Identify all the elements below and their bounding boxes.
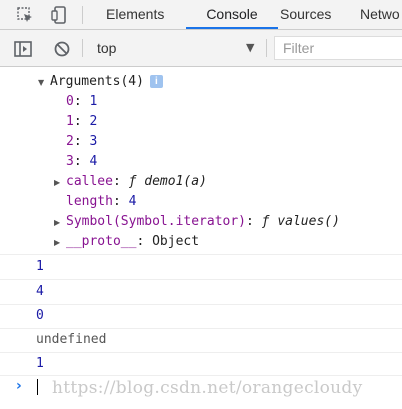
device-toolbar-icon[interactable] — [50, 5, 70, 25]
tab-network[interactable]: Netwo — [360, 0, 400, 29]
toolbar-divider — [82, 39, 83, 57]
entry-key: 3 — [66, 154, 74, 169]
log-result: 0 — [36, 308, 44, 323]
argument-entry: 0: 1 — [66, 94, 98, 109]
log-result: 4 — [36, 284, 44, 299]
arguments-header[interactable]: Arguments(4) i — [50, 74, 163, 89]
console-input-caret[interactable] — [37, 379, 38, 395]
clear-console-icon[interactable] — [52, 39, 72, 59]
entry-key: 0 — [66, 94, 74, 109]
proto-key: __proto__ — [66, 234, 137, 249]
length-row: length: 4 — [66, 194, 137, 209]
devtools-tab-bar: Elements Console Sources Netwo — [0, 0, 402, 30]
log-divider — [0, 279, 402, 280]
expand-triangle-right-icon[interactable]: ▶ — [54, 218, 60, 227]
callee-value: ƒ demo1(a) — [128, 174, 207, 189]
length-value: 4 — [128, 194, 137, 209]
log-divider — [0, 304, 402, 305]
callee-row[interactable]: callee: ƒ demo1(a) — [66, 174, 207, 189]
expand-triangle-right-icon[interactable]: ▶ — [54, 178, 60, 187]
entry-key: 2 — [66, 134, 74, 149]
inspect-element-icon[interactable] — [15, 5, 35, 25]
toolbar-divider — [266, 39, 267, 57]
tab-console[interactable]: Console — [186, 0, 278, 29]
proto-value: Object — [152, 234, 200, 249]
expand-triangle-down-icon[interactable]: ▼ — [38, 78, 44, 87]
length-key: length — [66, 194, 113, 209]
entry-value: 1 — [89, 94, 98, 109]
entry-value: 2 — [89, 114, 98, 129]
log-divider — [0, 254, 402, 255]
symbol-value: ƒ values() — [261, 214, 340, 229]
log-divider — [0, 328, 402, 329]
sidebar-toggle-icon[interactable] — [13, 39, 33, 59]
tab-elements[interactable]: Elements — [106, 0, 164, 29]
log-result: 1 — [36, 259, 44, 274]
tab-sources[interactable]: Sources — [280, 0, 331, 29]
proto-row[interactable]: __proto__: Object — [66, 234, 199, 249]
toolbar-divider — [82, 6, 83, 24]
symbol-iterator-row[interactable]: Symbol(Symbol.iterator): ƒ values() — [66, 214, 340, 229]
log-divider — [0, 375, 402, 376]
watermark-text: https://blog.csdn.net/orangecloudy — [52, 378, 363, 398]
log-result: 1 — [36, 356, 44, 371]
argument-entry: 1: 2 — [66, 114, 98, 129]
log-result: undefined — [36, 332, 107, 347]
log-divider — [0, 352, 402, 353]
entry-value: 3 — [89, 134, 98, 149]
entry-key: 1 — [66, 114, 74, 129]
context-selector[interactable]: top — [97, 40, 116, 56]
filter-placeholder: Filter — [283, 40, 315, 56]
argument-entry: 3: 4 — [66, 154, 98, 169]
chevron-down-icon[interactable]: ▼ — [246, 41, 254, 54]
symbol-key: Symbol(Symbol.iterator) — [66, 214, 247, 229]
console-prompt-chevron-icon: › — [16, 378, 22, 394]
entry-value: 4 — [89, 154, 98, 169]
filter-input[interactable]: Filter — [274, 36, 402, 60]
expand-triangle-right-icon[interactable]: ▶ — [54, 238, 60, 247]
callee-key: callee — [66, 174, 113, 189]
argument-entry: 2: 3 — [66, 134, 98, 149]
arguments-label: Arguments(4) — [50, 74, 144, 89]
info-icon[interactable]: i — [149, 75, 163, 88]
console-toolbar: top ▼ Filter — [0, 30, 402, 67]
